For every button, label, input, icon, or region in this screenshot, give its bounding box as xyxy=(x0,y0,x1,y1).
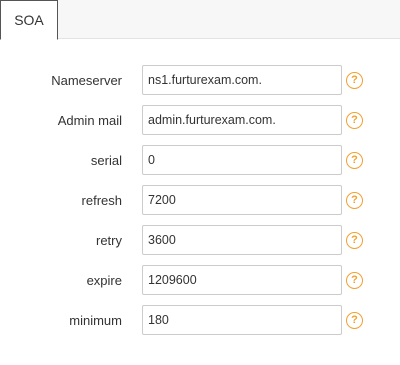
minimum-row: minimum ? xyxy=(0,305,400,335)
question-circle-icon[interactable]: ? xyxy=(346,312,363,329)
question-circle-icon[interactable]: ? xyxy=(346,152,363,169)
admin-mail-row: Admin mail ? xyxy=(0,105,400,135)
retry-label: retry xyxy=(96,232,122,248)
admin-mail-label: Admin mail xyxy=(57,112,122,128)
expire-label: expire xyxy=(86,272,122,288)
refresh-input[interactable] xyxy=(142,185,342,215)
question-circle-icon[interactable]: ? xyxy=(346,72,363,89)
retry-row: retry ? xyxy=(0,225,400,255)
nameserver-input[interactable] xyxy=(142,65,342,95)
serial-row: serial ? xyxy=(0,145,400,175)
tab-soa[interactable]: SOA xyxy=(0,0,58,40)
question-circle-icon[interactable]: ? xyxy=(346,192,363,209)
nameserver-label: Nameserver xyxy=(51,72,122,88)
question-circle-icon[interactable]: ? xyxy=(346,272,363,289)
minimum-label: minimum xyxy=(69,312,122,328)
expire-input[interactable] xyxy=(142,265,342,295)
admin-mail-input[interactable] xyxy=(142,105,342,135)
tab-bar: SOA xyxy=(0,0,400,40)
minimum-input[interactable] xyxy=(142,305,342,335)
refresh-row: refresh ? xyxy=(0,185,400,215)
retry-input[interactable] xyxy=(142,225,342,255)
serial-label: serial xyxy=(90,152,122,168)
question-circle-icon[interactable]: ? xyxy=(346,112,363,129)
refresh-label: refresh xyxy=(81,192,122,208)
nameserver-row: Nameserver ? xyxy=(0,65,400,95)
serial-input[interactable] xyxy=(142,145,342,175)
question-circle-icon[interactable]: ? xyxy=(346,232,363,249)
expire-row: expire ? xyxy=(0,265,400,295)
